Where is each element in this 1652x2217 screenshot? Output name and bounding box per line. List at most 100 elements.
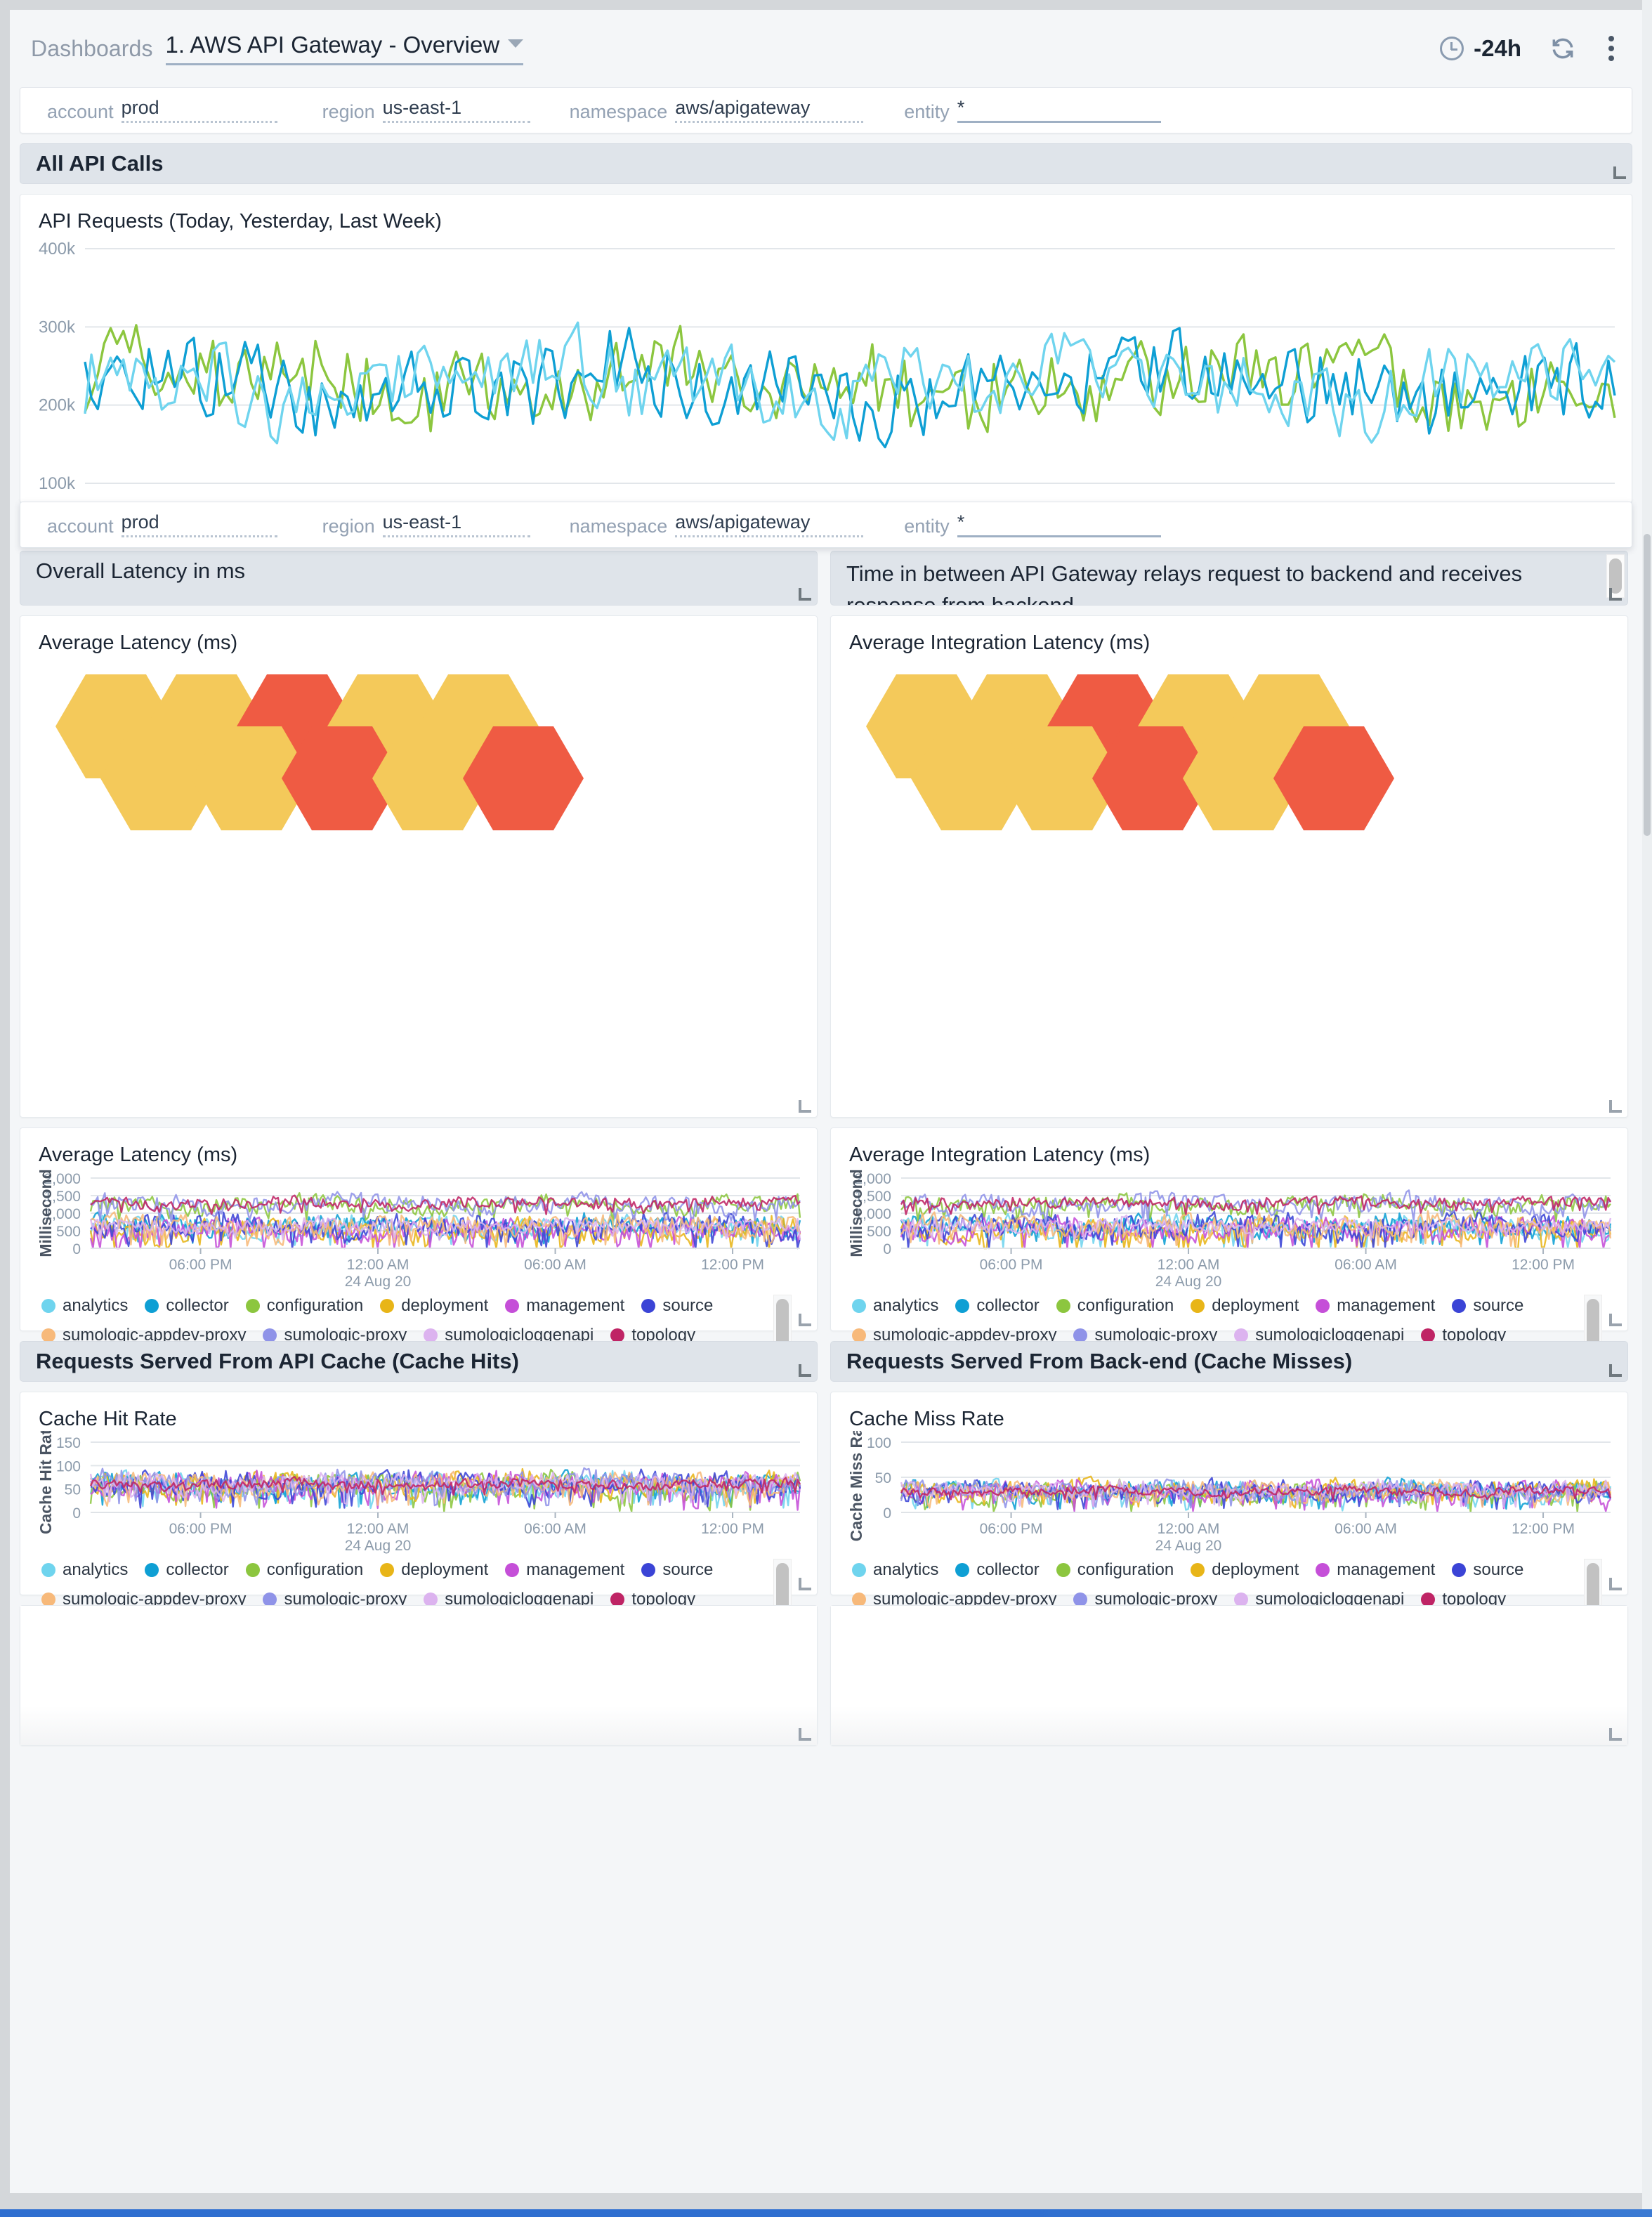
filter-entity[interactable]: entity *: [904, 98, 1161, 123]
resize-grip[interactable]: [1613, 166, 1626, 179]
section-cache-hits[interactable]: Requests Served From API Cache (Cache Hi…: [20, 1341, 818, 1382]
bottom-progress-bar: [0, 2209, 1652, 2217]
legend-item[interactable]: configuration: [245, 1560, 363, 1580]
legend-row: analytics collector configuration deploymen…: [852, 1560, 1627, 1580]
x-axis-tick-date: 24 Aug 20: [1155, 1538, 1222, 1554]
legend-item[interactable]: collector: [955, 1296, 1040, 1316]
filter-account[interactable]: account prod: [47, 98, 277, 123]
resize-grip[interactable]: [799, 1100, 811, 1113]
resize-grip[interactable]: [1609, 1728, 1622, 1741]
filter-region-label: region: [322, 100, 375, 122]
legend-row: analytics collector configuration deploymen…: [41, 1560, 817, 1580]
floating-filter-namespace[interactable]: namespace aws/apigateway: [570, 512, 864, 537]
filter-region-value[interactable]: us-east-1: [382, 98, 530, 123]
empty-panel-body: [831, 1606, 1627, 1745]
legend-item[interactable]: collector: [145, 1296, 229, 1316]
top-bar-actions: -24h: [1440, 10, 1618, 87]
section-overall-latency[interactable]: Overall Latency in ms: [20, 551, 818, 606]
page-scrollbar-thumb[interactable]: [1644, 534, 1651, 836]
legend-item[interactable]: management: [505, 1296, 624, 1316]
panel-title-api-requests: API Requests (Today, Yesterday, Last Wee…: [39, 210, 442, 233]
legend-label: deployment: [401, 1560, 489, 1579]
legend-item[interactable]: deployment: [1191, 1560, 1299, 1580]
legend-label: analytics: [873, 1560, 939, 1579]
filter-entity-value[interactable]: *: [957, 98, 1161, 123]
filter-region[interactable]: region us-east-1: [322, 98, 530, 123]
kebab-menu-icon[interactable]: [1604, 32, 1618, 65]
resize-grip[interactable]: [799, 1728, 811, 1741]
y-axis-tick: 100k: [39, 474, 76, 493]
legend-color-dot: [852, 1563, 866, 1577]
legend-color-dot: [263, 1593, 277, 1607]
section-integration-latency[interactable]: Time in between API Gateway relays reque…: [830, 551, 1628, 606]
dashboard-app: Dashboards 1. AWS API Gateway - Overview…: [10, 10, 1642, 2193]
legend-item[interactable]: source: [1452, 1296, 1523, 1316]
floating-filter-entity[interactable]: entity *: [904, 512, 1161, 537]
floating-filter-account[interactable]: account prod: [47, 512, 277, 537]
legend-color-dot: [1056, 1563, 1070, 1577]
legend-color-dot: [610, 1593, 625, 1607]
legend-item[interactable]: deployment: [380, 1296, 488, 1316]
legend-item[interactable]: source: [641, 1296, 713, 1316]
legend-item[interactable]: analytics: [41, 1296, 128, 1316]
legend-item[interactable]: configuration: [245, 1296, 363, 1316]
resize-grip[interactable]: [1609, 1578, 1622, 1590]
legend-item[interactable]: management: [505, 1560, 624, 1580]
filter-account-value[interactable]: prod: [121, 98, 277, 123]
filter-namespace-value[interactable]: aws/apigateway: [675, 98, 864, 123]
y-axis-tick: 100: [56, 1458, 81, 1474]
y-axis-tick: 500: [867, 1224, 891, 1240]
legend-color-dot: [505, 1299, 520, 1313]
resize-grip[interactable]: [1609, 1314, 1622, 1326]
legend-item[interactable]: configuration: [1056, 1560, 1174, 1580]
refresh-icon[interactable]: [1549, 35, 1576, 62]
legend-item[interactable]: management: [1316, 1296, 1435, 1316]
panel-avg-integration-latency-line: Average Integration Latency (ms) 0 500 1,0…: [830, 1127, 1628, 1363]
resize-grip[interactable]: [1609, 1100, 1622, 1113]
chart-api-requests[interactable]: 100k 200k 300k 400k: [20, 233, 1632, 493]
filter-entity-value[interactable]: *: [957, 512, 1161, 537]
breadcrumb[interactable]: Dashboards: [31, 36, 153, 62]
time-range-picker[interactable]: -24h: [1440, 35, 1521, 62]
filter-namespace[interactable]: namespace aws/apigateway: [570, 98, 864, 123]
legend-item[interactable]: deployment: [1191, 1296, 1299, 1316]
resize-grip[interactable]: [799, 1364, 811, 1377]
chart-cache-hit-rate[interactable]: 0 50 100 150Cache Hit Rate 06:00 PM 12:00 AM2…: [20, 1431, 817, 1556]
legend-cache-miss-rate: analytics collector configuration deploymen…: [831, 1556, 1627, 1628]
filter-account-value[interactable]: prod: [121, 512, 277, 537]
chart-avg-latency[interactable]: 05001,0001,5002,000Millisecond06:00 PM 12…: [20, 1167, 817, 1292]
chart-avg-integration-latency[interactable]: 05001,0001,5002,000Millisecond06:00 PM 12…: [831, 1167, 1627, 1292]
x-axis-tick: 12:00 PM: [1512, 1257, 1575, 1273]
dashboard-title-selector[interactable]: 1. AWS API Gateway - Overview: [165, 32, 524, 65]
legend-label: analytics: [63, 1560, 129, 1579]
legend-item[interactable]: configuration: [1056, 1296, 1174, 1316]
resize-grip[interactable]: [1609, 1364, 1622, 1377]
legend-item[interactable]: analytics: [41, 1560, 128, 1580]
legend-item[interactable]: analytics: [852, 1296, 938, 1316]
legend-item[interactable]: management: [1316, 1560, 1435, 1580]
legend-label: analytics: [873, 1296, 939, 1315]
chart-cache-miss-rate[interactable]: 0 50 100Cache Miss Rate 06:00 PM 12:00 AM24 …: [831, 1431, 1627, 1556]
honeycomb-avg-latency[interactable]: [55, 674, 817, 913]
page-scrollbar[interactable]: [1642, 0, 1652, 2217]
legend-color-dot: [245, 1299, 260, 1313]
legend-item[interactable]: collector: [955, 1560, 1040, 1580]
legend-item[interactable]: collector: [145, 1560, 229, 1580]
legend-color-dot: [424, 1593, 438, 1607]
filter-region-value[interactable]: us-east-1: [382, 512, 530, 537]
honeycomb-avg-integration-latency[interactable]: [866, 674, 1627, 913]
section-all-api-calls[interactable]: All API Calls: [20, 143, 1632, 184]
resize-grip[interactable]: [1609, 588, 1622, 601]
section-cache-misses[interactable]: Requests Served From Back-end (Cache Mis…: [830, 1341, 1628, 1382]
resize-grip[interactable]: [799, 1314, 811, 1326]
y-axis-title: Millisecond: [847, 1169, 865, 1257]
legend-item[interactable]: analytics: [852, 1560, 938, 1580]
legend-item[interactable]: source: [1452, 1560, 1523, 1580]
legend-item[interactable]: deployment: [380, 1560, 488, 1580]
resize-grip[interactable]: [799, 1578, 811, 1590]
resize-grip[interactable]: [799, 588, 811, 601]
legend-label: configuration: [1077, 1560, 1174, 1579]
floating-filter-region[interactable]: region us-east-1: [322, 512, 530, 537]
legend-item[interactable]: source: [641, 1560, 713, 1580]
filter-namespace-value[interactable]: aws/apigateway: [675, 512, 864, 537]
